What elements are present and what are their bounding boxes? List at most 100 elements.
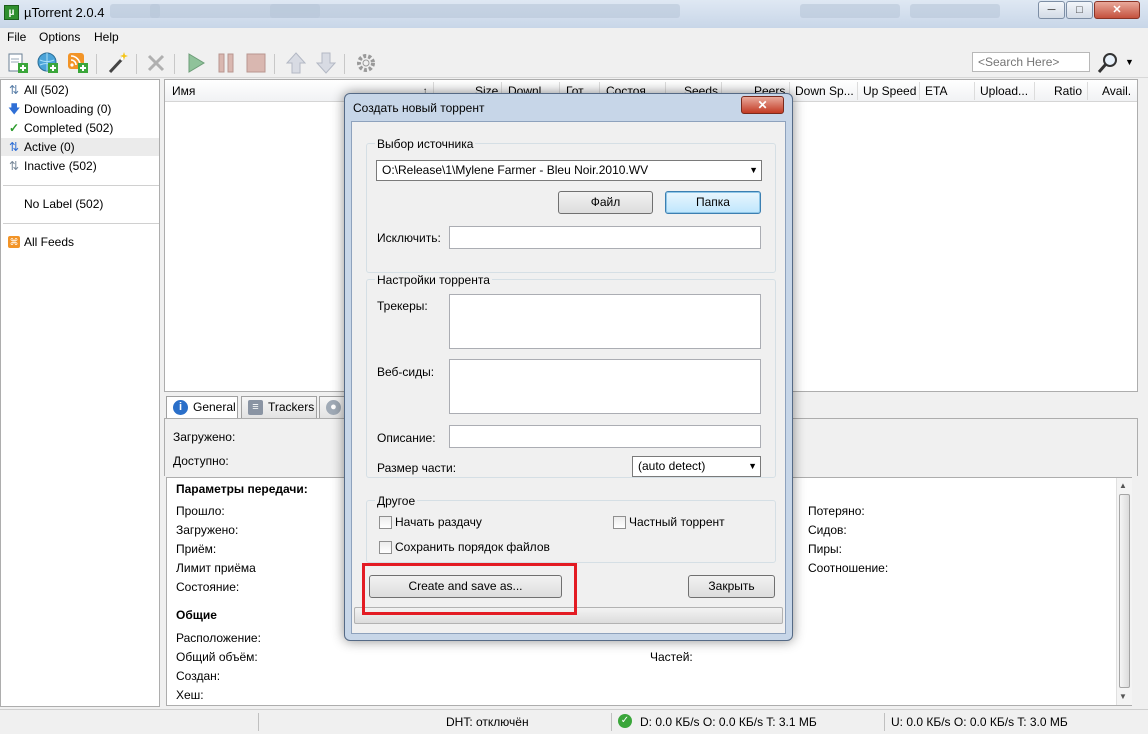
piece-size-value: (auto detect) — [638, 459, 706, 473]
menu-help[interactable]: Help — [94, 30, 119, 44]
create-torrent-wand-icon[interactable] — [106, 51, 130, 75]
tab-general[interactable]: i General — [166, 396, 238, 419]
piece-size-select[interactable]: (auto detect) ▼ — [632, 456, 761, 477]
move-up-icon[interactable] — [284, 51, 308, 75]
network-ok-icon: ✓ — [618, 714, 632, 728]
elapsed-label: Прошло: — [176, 504, 225, 518]
toolbar-separator — [174, 54, 175, 74]
close-button[interactable]: Закрыть — [688, 575, 775, 598]
source-path-value: O:\Release\1\Mylene Farmer - Bleu Noir.2… — [382, 163, 649, 177]
add-torrent-icon[interactable] — [6, 51, 30, 75]
preserve-file-order-checkbox[interactable] — [379, 541, 392, 554]
sidebar-item-active[interactable]: ⇅ Active (0) — [1, 138, 159, 156]
comment-input[interactable] — [449, 425, 761, 448]
sidebar-item-downloading[interactable]: 🡇 Downloading (0) — [1, 100, 159, 118]
share-ratio-label: Соотношение: — [808, 561, 889, 575]
sidebar-item-label: Downloading (0) — [24, 102, 112, 116]
upload-status[interactable]: U: 0.0 КБ/s O: 0.0 КБ/s T: 3.0 МБ — [891, 715, 1068, 729]
column-uploaded[interactable]: Upload... — [980, 84, 1028, 98]
column-ratio[interactable]: Ratio — [1054, 84, 1082, 98]
menu-bar: File Options Help — [0, 28, 1148, 48]
state-label: Состояние: — [176, 580, 240, 594]
other-group-label: Другое — [375, 494, 418, 508]
toolbar-separator — [96, 54, 97, 74]
background-window-blur — [910, 4, 1000, 18]
add-url-icon[interactable] — [36, 51, 60, 75]
webseeds-textarea[interactable] — [449, 359, 761, 414]
tab-label: General — [193, 400, 236, 414]
exclude-input[interactable] — [449, 226, 761, 249]
detail-scrollbar[interactable]: ▲ ▼ — [1116, 478, 1132, 705]
column-eta[interactable]: ETA — [925, 84, 947, 98]
status-bar: DHT: отключён ✓ D: 0.0 КБ/s O: 0.0 КБ/s … — [0, 709, 1148, 734]
webseeds-label: Веб-сиды: — [377, 365, 435, 379]
sidebar-divider — [3, 185, 159, 186]
download-limit-label: Лимит приёма — [176, 561, 256, 575]
highlight-annotation — [362, 563, 577, 615]
background-window-blur — [270, 4, 680, 18]
move-down-icon[interactable] — [314, 51, 338, 75]
search-input[interactable] — [972, 52, 1090, 72]
general-section-title: Общие — [176, 608, 217, 622]
scrollbar-thumb[interactable] — [1119, 494, 1130, 688]
status-separator — [258, 713, 259, 731]
add-rss-icon[interactable] — [66, 51, 90, 75]
window-right-edge — [1138, 79, 1148, 719]
sidebar-item-all[interactable]: ⇅ All (502) — [1, 81, 159, 99]
column-name[interactable]: Имя — [172, 84, 195, 98]
category-sidebar: ⇅ All (502) 🡇 Downloading (0) ✓ Complete… — [0, 79, 160, 707]
toolbar-separator — [274, 54, 275, 74]
sidebar-item-inactive[interactable]: ⇅ Inactive (502) — [1, 157, 159, 175]
dialog-body: Выбор источника O:\Release\1\Mylene Farm… — [351, 121, 786, 634]
file-button[interactable]: Файл — [558, 191, 653, 214]
trackers-textarea[interactable] — [449, 294, 761, 349]
sidebar-item-no-label[interactable]: No Label (502) — [1, 195, 159, 213]
source-path-select[interactable]: O:\Release\1\Mylene Farmer - Bleu Noir.2… — [376, 160, 762, 181]
column-separator — [919, 82, 920, 100]
sidebar-item-completed[interactable]: ✓ Completed (502) — [1, 119, 159, 137]
search-dropdown-arrow-icon[interactable]: ▼ — [1125, 57, 1134, 67]
utorrent-app-icon: µ — [4, 5, 19, 20]
tab-trackers[interactable]: ≡ Trackers — [241, 396, 317, 418]
column-availability[interactable]: Avail. — [1102, 84, 1131, 98]
toolbar-separator — [344, 54, 345, 74]
checkmark-icon: ✓ — [8, 121, 20, 135]
available-label: Доступно: — [173, 454, 229, 468]
comment-label: Описание: — [377, 431, 436, 445]
column-separator — [1034, 82, 1035, 100]
pause-icon[interactable] — [214, 51, 238, 75]
private-torrent-checkbox[interactable] — [613, 516, 626, 529]
trackers-label: Трекеры: — [377, 299, 428, 313]
dht-status: DHT: отключён — [446, 715, 529, 729]
toolbar-separator — [136, 54, 137, 74]
sidebar-item-label: Inactive (502) — [24, 159, 97, 173]
sidebar-item-label: No Label (502) — [24, 197, 104, 211]
folder-button[interactable]: Папка — [665, 191, 761, 214]
menu-options[interactable]: Options — [39, 30, 80, 44]
all-icon: ⇅ — [8, 83, 20, 97]
start-seeding-checkbox[interactable] — [379, 516, 392, 529]
downloaded-amount-label: Загружено: — [176, 523, 239, 537]
column-up-speed[interactable]: Up Speed — [863, 84, 916, 98]
preferences-gear-icon[interactable] — [354, 51, 378, 75]
start-icon[interactable] — [184, 51, 208, 75]
remove-icon[interactable] — [144, 51, 168, 75]
column-down-speed[interactable]: Down Sp... — [795, 84, 854, 98]
minimize-button[interactable]: ─ — [1038, 1, 1065, 19]
inactive-arrows-icon: ⇅ — [8, 159, 20, 173]
source-group-label: Выбор источника — [375, 137, 476, 151]
rss-feed-icon: ⌘ — [8, 236, 20, 248]
maximize-button[interactable]: □ — [1066, 1, 1093, 19]
search-icon[interactable] — [1096, 51, 1120, 75]
menu-file[interactable]: File — [7, 30, 26, 44]
tab-peers[interactable]: ● — [319, 396, 345, 418]
download-status[interactable]: D: 0.0 КБ/s O: 0.0 КБ/s T: 3.1 МБ — [640, 715, 817, 729]
scroll-down-arrow-icon[interactable]: ▼ — [1119, 692, 1127, 701]
window-close-button[interactable]: ✕ — [1094, 1, 1140, 19]
dialog-close-button[interactable]: ✕ — [741, 96, 784, 114]
sidebar-item-all-feeds[interactable]: ⌘ All Feeds — [1, 233, 159, 251]
stop-icon[interactable] — [244, 51, 268, 75]
column-separator — [857, 82, 858, 100]
exclude-label: Исключить: — [377, 231, 441, 245]
scroll-up-arrow-icon[interactable]: ▲ — [1119, 481, 1127, 490]
